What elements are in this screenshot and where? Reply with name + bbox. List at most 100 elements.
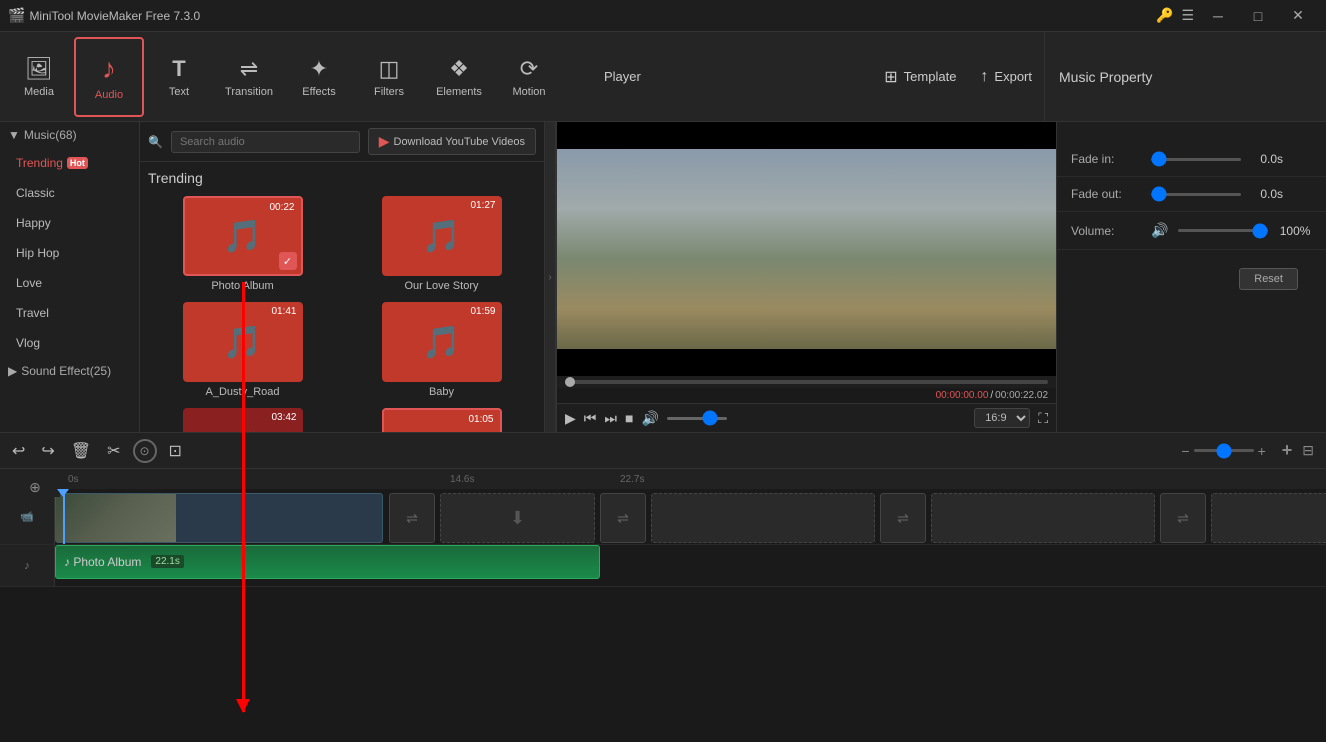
media-icon: 🖼: [25, 56, 53, 82]
crop-button[interactable]: ⊡: [165, 437, 186, 465]
volume-icon: 🔊: [1151, 222, 1168, 239]
aspect-ratio-select[interactable]: 16:9 9:16 1:1 4:3: [974, 408, 1030, 428]
volume-button[interactable]: 🔊: [641, 410, 658, 427]
audio-card-dusty-road[interactable]: 🎵 01:41 A_Dusty_Road: [148, 302, 337, 398]
audio-card-5[interactable]: 🎵 03:42: [148, 408, 337, 432]
titlebar: 🎬 MiniTool MovieMaker Free 7.3.0 🔑 ☰ ─ □…: [0, 0, 1326, 32]
rewind-button[interactable]: ⏮: [584, 410, 597, 427]
empty-clip-1: ⬇: [440, 493, 595, 543]
toolbar-motion[interactable]: ⟳ Motion: [494, 37, 564, 117]
fullscreen-button[interactable]: ⛶: [1038, 410, 1048, 427]
trending-section-title: Trending: [148, 170, 536, 186]
scrubber-track[interactable]: [565, 380, 1048, 384]
stop-button[interactable]: ■: [625, 410, 633, 426]
audio-name-4: Baby: [429, 386, 454, 398]
menu-icon[interactable]: ☰: [1181, 7, 1194, 24]
split-screen-button[interactable]: ⊟: [1298, 438, 1318, 463]
fade-in-slider[interactable]: [1151, 158, 1241, 161]
sidebar-item-vlog[interactable]: Vlog: [0, 328, 139, 358]
undo-button[interactable]: ↩: [8, 437, 29, 465]
add-media-icon[interactable]: ⊕: [29, 479, 41, 496]
player-tab-header[interactable]: Player: [604, 69, 641, 84]
zoom-in-icon[interactable]: +: [1258, 443, 1266, 459]
sidebar-item-hiphop[interactable]: Hip Hop: [0, 238, 139, 268]
record-button[interactable]: ⊙: [133, 439, 157, 463]
audio-time-5: 03:42: [271, 412, 296, 423]
transition-4[interactable]: ⇌: [1160, 493, 1206, 543]
properties-title: Music Property: [1059, 69, 1152, 85]
timeline-toolbar: ↩ ↪ 🗑 ✂ ⊙ ⊡ − + + ⊟: [0, 433, 1326, 469]
audio-time-4: 01:59: [470, 306, 495, 317]
delete-button[interactable]: 🗑: [67, 437, 95, 465]
audio-clip-name: ♪ Photo Album: [64, 555, 141, 569]
transition-2[interactable]: ⇌: [600, 493, 646, 543]
zoom-slider[interactable]: [1194, 449, 1254, 452]
audio-search-bar: 🔍 ▶ Download YouTube Videos: [140, 122, 544, 162]
zoom-out-icon[interactable]: −: [1181, 443, 1189, 459]
play-button[interactable]: ▶: [565, 410, 576, 427]
music-note-icon-1: 🎵: [223, 217, 263, 255]
elements-icon: ❖: [449, 56, 469, 82]
toolbar-media[interactable]: 🖼 Media: [4, 37, 74, 117]
scrubber-thumb[interactable]: [565, 377, 575, 387]
toolbar-audio[interactable]: ♪ Audio: [74, 37, 144, 117]
audio-content: Trending 🎵 00:22 ✓ Photo Album 🎵 01:27: [140, 162, 544, 432]
transition-3[interactable]: ⇌: [880, 493, 926, 543]
audio-card-baby[interactable]: 🎵 01:59 Baby: [347, 302, 536, 398]
app-icon: 🎬: [8, 7, 25, 24]
minimize-button[interactable]: ─: [1198, 0, 1238, 32]
empty-clip-2: [651, 493, 875, 543]
time-current: 00:00:00.00: [936, 390, 989, 401]
video-track-icon: 📹: [20, 510, 34, 523]
audio-time-3: 01:41: [271, 306, 296, 317]
close-button[interactable]: ✕: [1278, 0, 1318, 32]
sound-effects-section[interactable]: ▶ Sound Effect(25): [0, 358, 139, 384]
panel-expand-arrow[interactable]: ›: [544, 122, 556, 432]
search-icon: 🔍: [148, 135, 163, 149]
fade-out-slider[interactable]: [1151, 193, 1241, 196]
toolbar-text[interactable]: T Text: [144, 37, 214, 117]
restore-button[interactable]: □: [1238, 0, 1278, 32]
export-button[interactable]: ↑ Export: [968, 62, 1044, 92]
sidebar-item-classic[interactable]: Classic: [0, 178, 139, 208]
time-display: 00:00:00.00 / 00:00:22.02: [557, 388, 1056, 403]
toolbar-transition[interactable]: ⇌ Transition: [214, 37, 284, 117]
music-section-label: Music(68): [24, 128, 77, 142]
transition-1[interactable]: ⇌: [389, 493, 435, 543]
export-icon: ↑: [980, 68, 988, 86]
redo-button[interactable]: ↪: [37, 437, 58, 465]
audio-card-6[interactable]: 🎵 01:05: [347, 408, 536, 432]
text-icon: T: [172, 56, 185, 82]
sidebar-item-love[interactable]: Love: [0, 268, 139, 298]
audio-name-3: A_Dusty_Road: [206, 386, 280, 398]
toolbar-transition-label: Transition: [225, 86, 273, 98]
forward-button[interactable]: ⏭: [604, 410, 617, 427]
toolbar-media-label: Media: [24, 86, 54, 98]
video-clip-1[interactable]: [55, 493, 383, 543]
sound-effects-label: Sound Effect(25): [21, 364, 111, 378]
search-input[interactable]: [171, 131, 360, 153]
toolbar-effects-label: Effects: [302, 86, 335, 98]
cut-button[interactable]: ✂: [103, 437, 124, 465]
video-frame: [557, 149, 1056, 349]
sidebar-item-happy[interactable]: Happy: [0, 208, 139, 238]
volume-slider-area: 🔊 100%: [1151, 222, 1312, 239]
video-track-label: 📹: [0, 489, 55, 544]
toolbar-elements[interactable]: ❖ Elements: [424, 37, 494, 117]
toolbar-effects[interactable]: ✦ Effects: [284, 37, 354, 117]
audio-track: ♪ ♪ Photo Album 22.1s: [0, 545, 1326, 587]
sidebar-item-trending[interactable]: Trending Hot: [0, 148, 139, 178]
volume-slider[interactable]: [667, 417, 727, 420]
reset-button[interactable]: Reset: [1239, 268, 1298, 290]
add-track-button[interactable]: +: [1278, 436, 1297, 465]
youtube-download-button[interactable]: ▶ Download YouTube Videos: [368, 128, 536, 155]
audio-clip-photo-album[interactable]: ♪ Photo Album 22.1s: [55, 545, 600, 579]
template-button[interactable]: ⊞ Template: [872, 61, 968, 93]
audio-card-photo-album[interactable]: 🎵 00:22 ✓ Photo Album: [148, 196, 337, 292]
volume-control-slider[interactable]: [1178, 229, 1268, 232]
toolbar-filters[interactable]: ◫ Filters: [354, 37, 424, 117]
audio-card-our-love-story[interactable]: 🎵 01:27 Our Love Story: [347, 196, 536, 292]
filters-icon: ◫: [379, 56, 400, 82]
sidebar-item-travel[interactable]: Travel: [0, 298, 139, 328]
timeline-playhead[interactable]: [63, 489, 65, 544]
